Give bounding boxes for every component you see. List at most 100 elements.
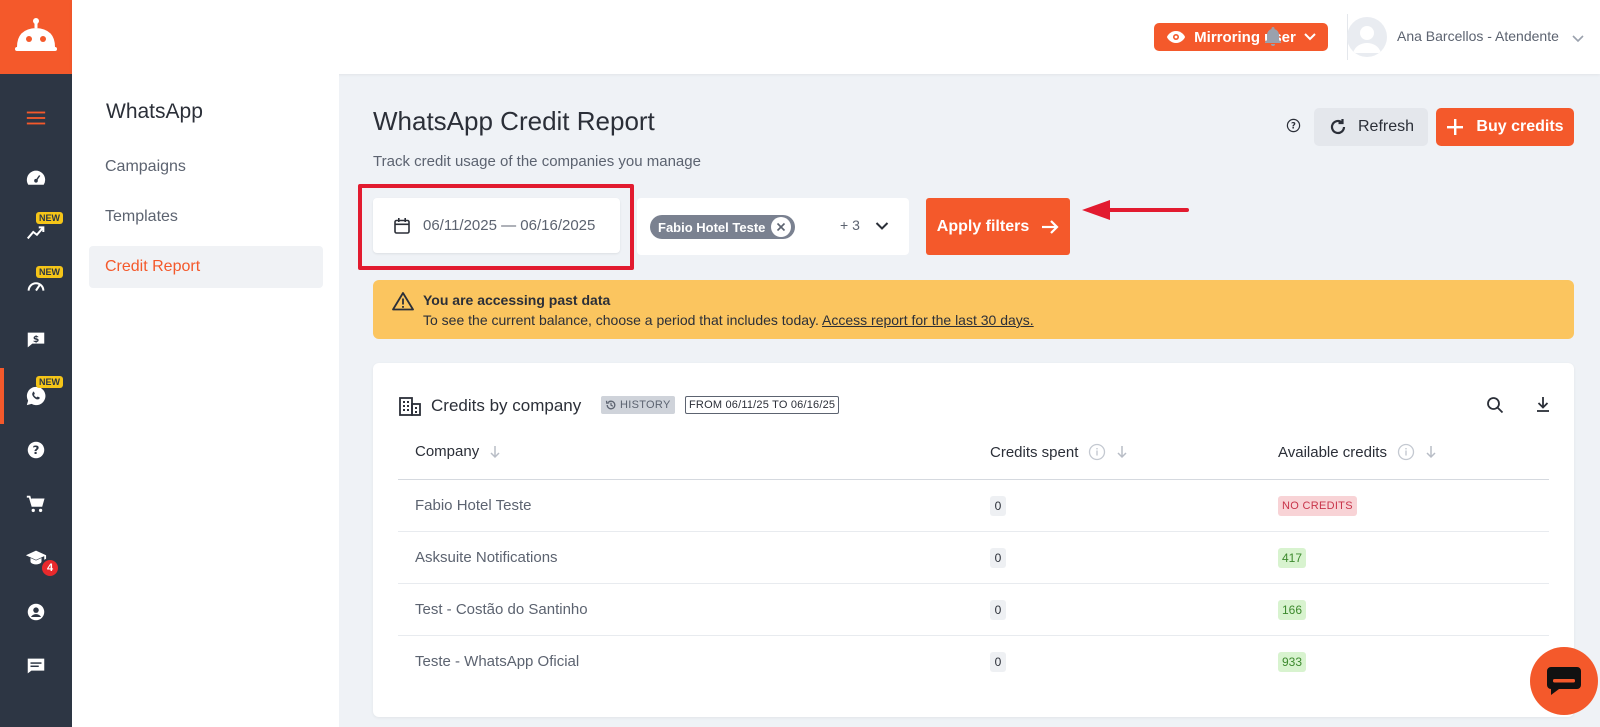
download-icon (1537, 397, 1549, 412)
close-icon (777, 222, 786, 232)
rail-performance[interactable]: NEW (0, 266, 72, 306)
refresh-button[interactable]: Refresh (1314, 108, 1428, 146)
help-button[interactable]: ? (1286, 118, 1301, 138)
available-credits-badge: 166 (1278, 600, 1307, 620)
available-credits-badge: 933 (1278, 652, 1307, 672)
new-badge: NEW (36, 212, 63, 224)
history-tag: HISTORY (601, 396, 675, 414)
calendar-icon (394, 217, 410, 234)
buy-credits-button[interactable]: Buy credits (1436, 108, 1574, 146)
company-cell: Teste - WhatsApp Oficial (415, 653, 580, 670)
warning-message: To see the current balance, choose a per… (423, 312, 819, 328)
rail-analytics[interactable]: NEW (0, 212, 72, 252)
plus-icon (1447, 119, 1464, 135)
building-icon (399, 397, 421, 416)
refresh-icon (1330, 119, 1346, 135)
chat-widget-button[interactable] (1530, 647, 1598, 715)
credits-spent-cell: 0 (990, 652, 1006, 672)
company-cell: Fabio Hotel Teste (415, 497, 532, 514)
table-row[interactable]: Asksuite Notifications 0 417 (398, 532, 1549, 584)
rail-messages[interactable] (0, 646, 72, 686)
company-dropdown-toggle[interactable] (875, 218, 889, 236)
date-range-value: 06/11/2025 — 06/16/2025 (423, 217, 596, 234)
table-row[interactable]: Fabio Hotel Teste 0 NO CREDITS (398, 480, 1549, 532)
past-data-warning: You are accessing past data To see the c… (373, 280, 1574, 339)
chevron-down-icon (1304, 33, 1316, 41)
bell-icon (1265, 27, 1281, 46)
chat-bubble-icon (1547, 667, 1581, 695)
buy-credits-label: Buy credits (1476, 118, 1564, 135)
eye-icon (1167, 31, 1186, 43)
svg-text:?: ? (33, 443, 40, 457)
last-30-days-link[interactable]: Access report for the last 30 days. (822, 312, 1034, 328)
icon-rail: NEW NEW $ NEW ? 4 (0, 0, 72, 727)
credits-spent-cell: 0 (990, 548, 1006, 568)
page-title: WhatsApp Credit Report (373, 106, 655, 136)
hamburger-icon (26, 111, 46, 125)
robot-logo-icon (15, 18, 57, 51)
apply-filters-button[interactable]: Apply filters (926, 198, 1070, 255)
subnav-title: WhatsApp (106, 100, 203, 123)
credits-spent-cell: 0 (990, 600, 1006, 620)
rail-dashboard[interactable] (0, 158, 72, 198)
info-icon (1089, 443, 1106, 461)
subnav-item-credit-report[interactable]: Credit Report (89, 246, 323, 288)
app-logo[interactable] (0, 0, 72, 74)
subnav-item-campaigns[interactable]: Campaigns (89, 146, 323, 188)
selected-company-label: Fabio Hotel Teste (658, 219, 766, 235)
remove-chip-button[interactable] (771, 217, 792, 237)
rail-profile[interactable] (0, 592, 72, 632)
history-tag-label: HISTORY (620, 399, 671, 411)
user-placeholder-icon (1353, 26, 1381, 53)
date-range-tag: FROM 06/11/25 TO 06/16/25 (685, 396, 840, 414)
user-menu-toggle[interactable] (1572, 30, 1584, 48)
available-credits-badge: 417 (1278, 548, 1307, 568)
rail-academy[interactable]: 4 (0, 538, 72, 578)
company-cell: Test - Costão do Santinho (415, 601, 588, 618)
apply-filters-label: Apply filters (936, 217, 1030, 235)
warning-title: You are accessing past data (423, 292, 611, 308)
search-icon (1487, 397, 1504, 414)
table-row[interactable]: Test - Costão do Santinho 0 166 (398, 584, 1549, 636)
table-download-button[interactable] (1535, 395, 1551, 418)
column-header-company[interactable]: Company (415, 443, 501, 460)
column-header-available-credits[interactable]: Available credits (1278, 443, 1437, 461)
subnav-item-templates[interactable]: Templates (89, 196, 323, 238)
arrow-right-icon (1042, 219, 1059, 234)
page-subtitle: Track credit usage of the companies you … (373, 153, 701, 170)
svg-text:$: $ (33, 334, 39, 345)
column-label: Credits spent (990, 443, 1079, 461)
menu-toggle[interactable] (0, 98, 72, 138)
sort-arrow-icon (1117, 446, 1127, 459)
cart-icon (26, 495, 45, 513)
trend-up-icon (26, 226, 45, 240)
credits-spent-cell: 0 (990, 496, 1006, 516)
chevron-down-icon (875, 222, 889, 230)
rail-help[interactable]: ? (0, 430, 72, 470)
whatsapp-icon (26, 386, 46, 406)
question-circle-icon: ? (27, 441, 45, 459)
annotation-arrow-icon (1082, 200, 1189, 220)
svg-text:?: ? (1291, 121, 1296, 131)
user-name[interactable]: Ana Barcellos - Atendente (1397, 28, 1559, 44)
rail-whatsapp[interactable]: NEW (0, 368, 72, 424)
selected-company-chip: Fabio Hotel Teste (650, 215, 796, 239)
table-search-button[interactable] (1486, 396, 1504, 419)
user-avatar[interactable] (1347, 17, 1387, 57)
table-row[interactable]: Teste - WhatsApp Oficial 0 933 (398, 636, 1549, 688)
column-header-credits-spent[interactable]: Credits spent (990, 443, 1128, 461)
warning-icon (392, 292, 414, 311)
rail-store[interactable] (0, 484, 72, 524)
rail-conversations[interactable]: $ (0, 320, 72, 360)
new-badge: NEW (36, 266, 63, 278)
new-badge: NEW (36, 376, 63, 388)
gauge-icon (27, 282, 45, 292)
company-filter-select[interactable]: Fabio Hotel Teste + 3 (637, 198, 909, 255)
top-header: Mirroring user Ana Barcellos - Atendente (72, 0, 1600, 74)
chevron-down-icon (1572, 35, 1584, 43)
notifications-button[interactable] (1264, 26, 1282, 51)
info-icon (1397, 443, 1415, 461)
refresh-label: Refresh (1357, 118, 1415, 135)
mirroring-user-button[interactable]: Mirroring user (1154, 23, 1328, 51)
date-range-picker[interactable]: 06/11/2025 — 06/16/2025 (373, 198, 620, 253)
